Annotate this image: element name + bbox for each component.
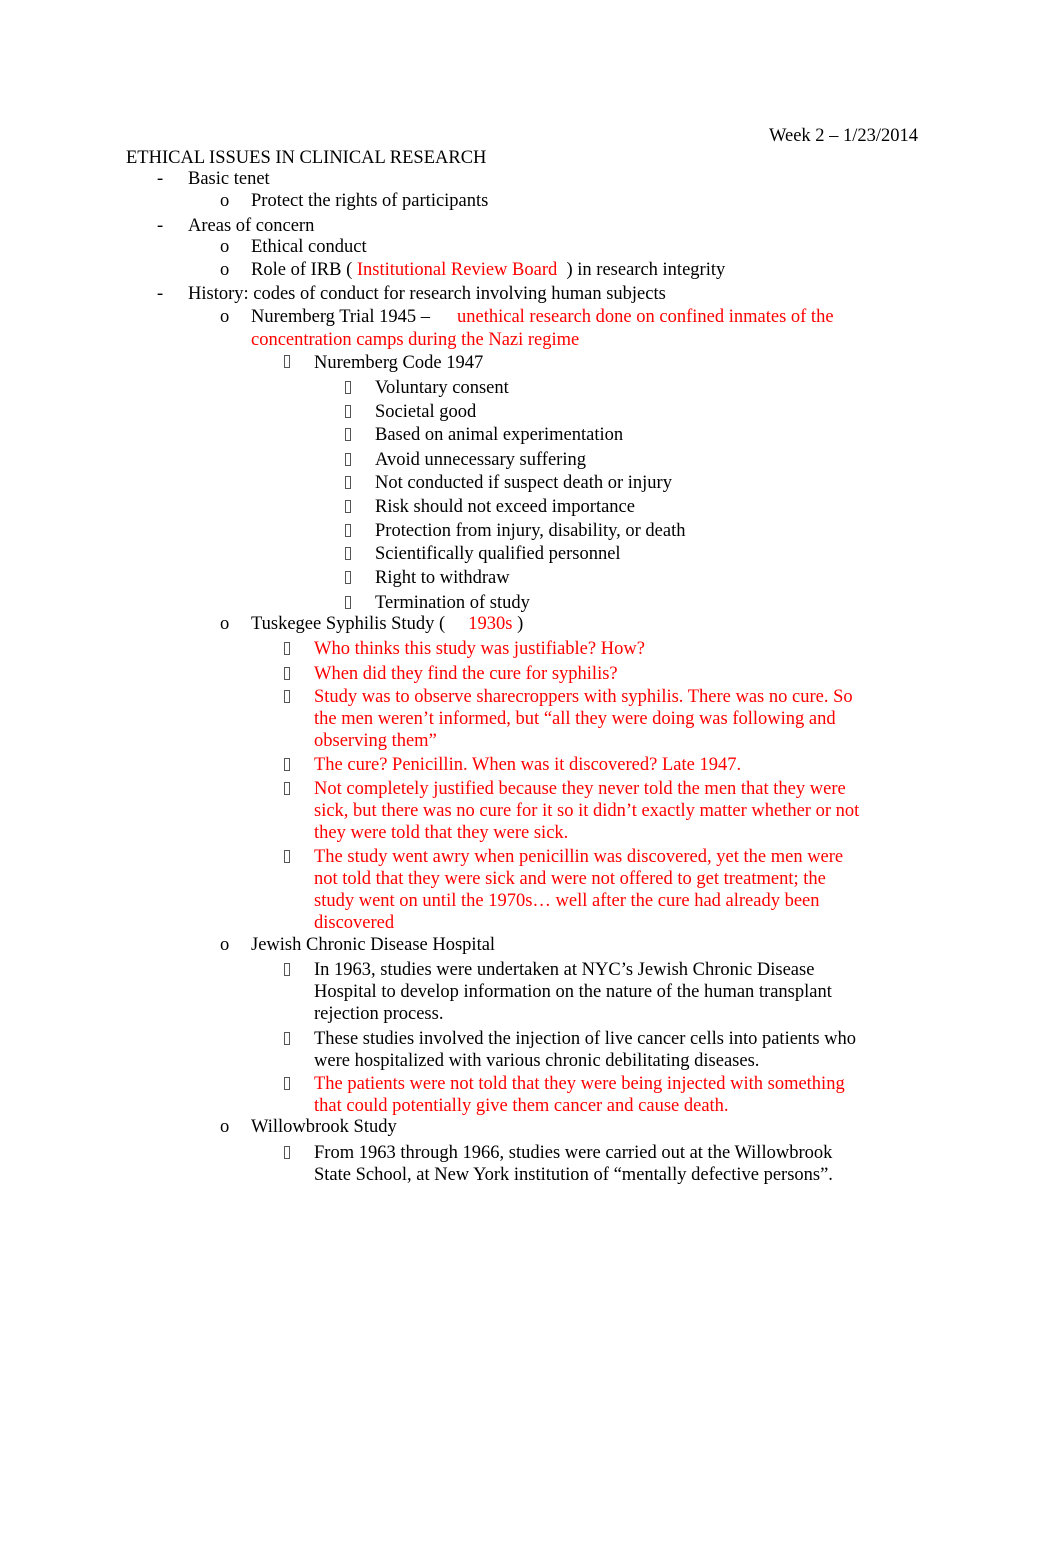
jewish-item-line: were hospitalized with various chronic d… (314, 1051, 760, 1071)
tuskegee-item-line: the men weren’t informed, but “all they … (314, 709, 836, 729)
circle-bullet: o (220, 260, 230, 280)
square-bullet-icon (345, 378, 351, 400)
nuremberg-code-item: Not conducted if suspect death or injury (375, 473, 672, 493)
jewish-item-line: that could potentially give them cancer … (314, 1096, 729, 1116)
nuremberg-code-item: Right to withdraw (375, 568, 510, 588)
square-bullet-icon (345, 425, 351, 447)
dash-bullet: - (157, 169, 164, 189)
tuskegee-item-line: discovered (314, 913, 395, 933)
tuskegee-item-line: The study went awry when penicillin was … (314, 847, 844, 867)
irb-pre: Role of IRB ( (251, 260, 353, 280)
square-bullet-icon (345, 497, 351, 519)
irb-red-text: Institutional Review Board (356, 260, 558, 280)
areas-heading: Areas of concern (188, 216, 315, 236)
jewish-item-line: These studies involved the injection of … (314, 1029, 857, 1049)
nuremberg-red-line-2: concentration camps during the Nazi regi… (251, 330, 580, 350)
irb-post: ) in research integrity (566, 260, 726, 280)
square-bullet-icon (284, 1029, 290, 1051)
tuskegee-label: Tuskegee Syphilis Study ( 1930s ) (251, 613, 523, 635)
nuremberg-code-item: Voluntary consent (375, 378, 509, 398)
square-bullet-icon (284, 639, 290, 661)
tuskegee-item-line: Not completely justified because they ne… (314, 779, 846, 799)
document-title: ETHICAL ISSUES IN CLINICAL RESEARCH (126, 148, 487, 168)
square-bullet-icon (345, 521, 351, 543)
circle-bullet: o (220, 614, 230, 634)
date-header: Week 2 – 1/23/2014 (769, 126, 919, 146)
history-heading: History: codes of conduct for research i… (188, 284, 666, 304)
square-bullet-icon (345, 593, 351, 615)
square-bullet-icon (284, 779, 290, 801)
square-bullet-icon (284, 960, 290, 982)
nuremberg-code-item: Termination of study (375, 593, 530, 613)
circle-bullet: o (220, 935, 230, 955)
dash-bullet: - (157, 284, 164, 304)
square-bullet-icon (345, 450, 351, 472)
jewish-hospital-label: Jewish Chronic Disease Hospital (251, 935, 496, 955)
circle-bullet: o (220, 1117, 230, 1137)
jewish-item-line: Hospital to develop information on the n… (314, 982, 832, 1002)
tuskegee-item-line: sick, but there was no cure for it so it… (314, 801, 860, 821)
square-bullet-icon (284, 847, 290, 869)
square-bullet-icon (284, 1074, 290, 1096)
basic-tenet-heading: Basic tenet (188, 169, 270, 189)
tuskegee-item-line: Who thinks this study was justifiable? H… (314, 639, 645, 659)
nuremberg-trial-label: Nuremberg Trial 1945 – (251, 307, 431, 327)
square-bullet-icon (284, 1143, 290, 1165)
nuremberg-code-item: Protection from injury, disability, or d… (375, 521, 686, 541)
circle-bullet: o (220, 307, 230, 327)
square-bullet-icon (345, 568, 351, 590)
square-bullet-icon (345, 402, 351, 424)
nuremberg-code-item: Avoid unnecessary suffering (375, 450, 586, 470)
square-bullet-icon (284, 352, 290, 374)
tuskegee-item-line: When did they find the cure for syphilis… (314, 664, 618, 684)
tuskegee-year: 1930s (468, 614, 513, 634)
jewish-item-line: rejection process. (314, 1004, 444, 1024)
willowbrook-item-line: State School, at New York institution of… (314, 1165, 833, 1185)
tuskegee-pre: Tuskegee Syphilis Study ( (251, 614, 446, 634)
nuremberg-code-label: Nuremberg Code 1947 (314, 353, 484, 373)
tuskegee-item-line: they were told that they were sick. (314, 823, 569, 843)
areas-item-ethical-conduct: Ethical conduct (251, 237, 367, 257)
nuremberg-code-item: Based on animal experimentation (375, 425, 624, 445)
jewish-item-line: The patients were not told that they wer… (314, 1074, 845, 1094)
nuremberg-red-line-1: unethical research done on confined inma… (457, 307, 834, 327)
square-bullet-icon (284, 687, 290, 709)
document-page: Week 2 – 1/23/2014 ETHICAL ISSUES IN CLI… (0, 0, 1062, 1561)
circle-bullet: o (220, 191, 230, 211)
tuskegee-item-line: The cure? Penicillin. When was it discov… (314, 755, 742, 775)
square-bullet-icon (345, 473, 351, 495)
circle-bullet: o (220, 237, 230, 257)
willowbrook-label: Willowbrook Study (251, 1117, 397, 1137)
nuremberg-code-item: Societal good (375, 402, 477, 422)
dash-bullet: - (157, 216, 164, 236)
square-bullet-icon (284, 664, 290, 686)
tuskegee-post: ) (517, 614, 524, 634)
tuskegee-item-line: observing them” (314, 731, 437, 751)
nuremberg-code-item: Risk should not exceed importance (375, 497, 635, 517)
areas-item-irb: Role of IRB ( Institutional Review Board… (251, 259, 725, 281)
tuskegee-item-line: not told that they were sick and were no… (314, 869, 826, 889)
square-bullet-icon (345, 544, 351, 566)
nuremberg-code-item: Scientifically qualified personnel (375, 544, 621, 564)
willowbrook-item-line: From 1963 through 1966, studies were car… (314, 1143, 833, 1163)
square-bullet-icon (284, 755, 290, 777)
tuskegee-item-line: study went on until the 1970s… well afte… (314, 891, 820, 911)
basic-tenet-item: Protect the rights of participants (251, 191, 489, 211)
jewish-item-line: In 1963, studies were undertaken at NYC’… (314, 960, 815, 980)
tuskegee-item-line: Study was to observe sharecroppers with … (314, 687, 853, 707)
